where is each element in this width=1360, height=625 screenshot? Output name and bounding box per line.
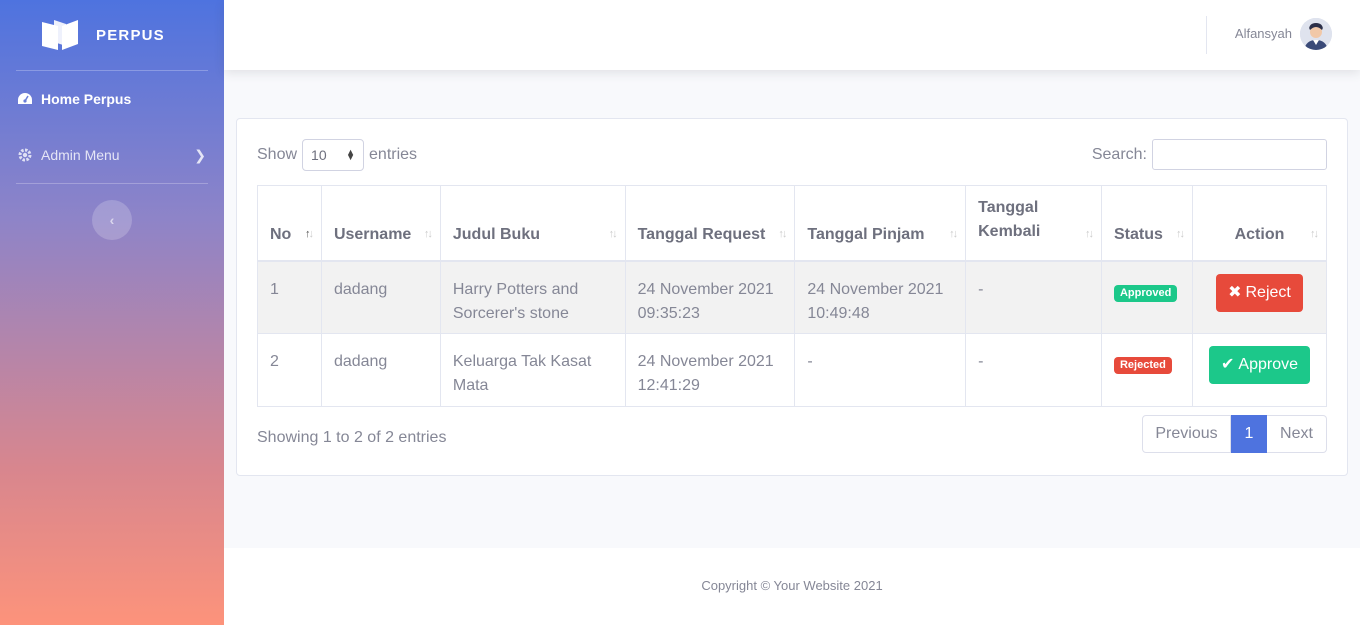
sort-icon: ↑↓ — [949, 227, 958, 240]
entries-select[interactable]: 10 ▲ ▼ — [302, 139, 365, 171]
entries-label: entries — [369, 146, 418, 163]
copyright-text: Copyright © Your Website 2021 — [701, 578, 883, 593]
borrow-table: No ↑↓ Username ↑↓ Judul Buku ↑↓ Tanggal Req… — [257, 185, 1328, 407]
sort-icon: ↑↓ — [608, 227, 618, 240]
cell-tanggal-request: 24 November 2021 09:35:23 — [624, 260, 796, 334]
approve-button-label: Approve — [1238, 356, 1298, 373]
cell-action: ✔ Approve — [1191, 333, 1328, 407]
cell-status: Approved — [1100, 260, 1193, 334]
column-header-no[interactable]: No ↑↓ — [257, 185, 322, 262]
table-header-row: No ↑↓ Username ↑↓ Judul Buku ↑↓ Tanggal Req… — [257, 185, 1328, 262]
footer: Copyright © Your Website 2021 — [224, 548, 1360, 625]
open-book-icon — [42, 20, 78, 50]
cell-action: ✖ Reject — [1191, 260, 1328, 334]
brand-link[interactable]: PERPUS — [0, 0, 224, 70]
topbar: Alfansyah — [224, 0, 1360, 70]
column-header-username[interactable]: Username ↑↓ — [320, 185, 441, 262]
column-header-tanggal-pinjam[interactable]: Tanggal Pinjam ↑↓ — [794, 185, 967, 262]
pagination: Previous 1 Next — [1142, 415, 1327, 453]
search-control: Search: — [1092, 139, 1327, 170]
chevron-right-icon: ❯ — [194, 146, 206, 163]
cell-no: 1 — [257, 260, 322, 334]
cell-status: Rejected — [1100, 333, 1193, 407]
sort-icon: ↑↓ — [423, 227, 433, 240]
table-info: Showing 1 to 2 of 2 entries — [257, 429, 447, 446]
column-header-action[interactable]: Action ↑↓ — [1191, 185, 1328, 262]
next-page-button[interactable]: Next — [1267, 415, 1327, 453]
cell-judul-buku: Keluarga Tak Kasat Mata — [439, 333, 626, 407]
cell-tanggal-kembali: - — [965, 333, 1102, 407]
cell-tanggal-pinjam: - — [794, 333, 967, 407]
reject-button-label: Reject — [1245, 283, 1291, 301]
approve-button[interactable]: ✔ Approve — [1208, 346, 1310, 384]
column-header-tanggal-request[interactable]: Tanggal Request ↑↓ — [624, 185, 796, 262]
close-icon: ✖ — [1228, 283, 1242, 301]
borrow-requests-card: Show 10 ▲ ▼ entries Search: No ↑↓ Username… — [236, 118, 1348, 476]
topbar-divider — [1206, 16, 1207, 54]
sort-icon: ↑↓ — [778, 227, 787, 240]
brand-name: PERPUS — [96, 26, 165, 44]
previous-page-button[interactable]: Previous — [1142, 415, 1231, 453]
sidebar-divider — [16, 183, 208, 184]
cell-judul-buku: Harry Potters and Sorcerer's stone — [439, 260, 626, 334]
sidebar: PERPUS Home Perpus Admin Menu ❯ ‹ — [0, 0, 224, 625]
sidebar-toggle-button[interactable]: ‹ — [92, 200, 132, 240]
entries-length-control: Show 10 ▲ ▼ entries — [257, 139, 417, 171]
gear-icon — [17, 147, 33, 163]
select-arrows-icon: ▲ ▼ — [346, 147, 356, 162]
column-header-status[interactable]: Status ↑↓ — [1100, 185, 1193, 262]
sort-icon: ↑↓ — [1310, 227, 1319, 240]
check-icon: ✔ — [1220, 356, 1235, 373]
cell-tanggal-pinjam: 24 November 2021 10:49:48 — [794, 260, 967, 334]
cell-username: dadang — [320, 333, 441, 407]
sidebar-item-label: Home Perpus — [41, 91, 132, 107]
cell-no: 2 — [257, 333, 322, 407]
cell-tanggal-kembali: - — [965, 260, 1102, 334]
search-input[interactable] — [1152, 139, 1327, 170]
table-row: 1 dadang Harry Potters and Sorcerer's st… — [257, 260, 1328, 334]
chevron-left-icon: ‹ — [109, 212, 115, 228]
sidebar-item-home-perpus[interactable]: Home Perpus — [0, 71, 224, 127]
search-label: Search: — [1091, 145, 1147, 163]
status-badge: Approved — [1113, 284, 1178, 302]
reject-button[interactable]: ✖ Reject — [1216, 273, 1303, 312]
dashboard-icon — [17, 91, 33, 107]
cell-tanggal-request: 24 November 2021 12:41:29 — [624, 333, 796, 407]
sort-icon: ↑↓ — [304, 227, 314, 240]
sort-icon: ↑↓ — [1084, 227, 1094, 240]
page-1-button[interactable]: 1 — [1231, 415, 1267, 453]
status-badge: Rejected — [1113, 357, 1172, 374]
cell-username: dadang — [320, 260, 441, 334]
column-header-tanggal-kembali[interactable]: Tanggal Kembali ↑↓ — [965, 185, 1102, 262]
avatar[interactable] — [1300, 18, 1332, 50]
entries-select-value: 10 — [311, 147, 327, 163]
show-label: Show — [257, 146, 298, 163]
table-row: 2 dadang Keluarga Tak Kasat Mata 24 Nove… — [257, 333, 1328, 407]
column-header-judul-buku[interactable]: Judul Buku ↑↓ — [439, 185, 626, 262]
user-name[interactable]: Alfansyah — [1235, 26, 1292, 41]
sidebar-item-label: Admin Menu — [41, 147, 120, 163]
sidebar-item-admin-menu[interactable]: Admin Menu ❯ — [0, 127, 224, 183]
sort-icon: ↑↓ — [1175, 227, 1185, 240]
